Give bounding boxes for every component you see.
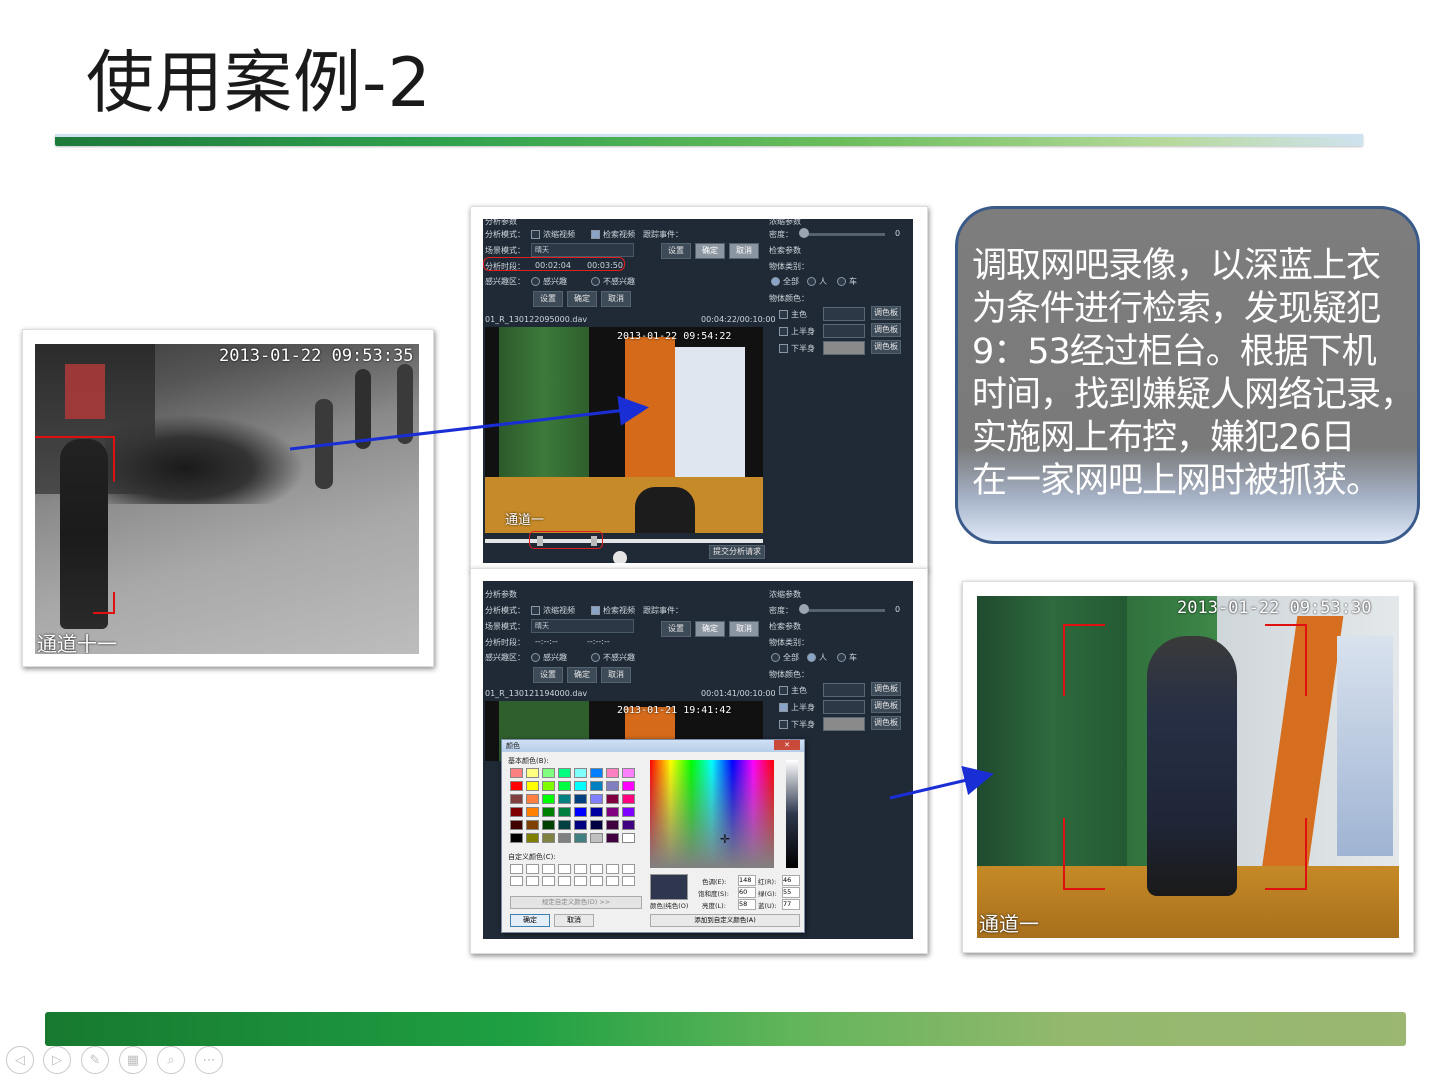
footer-bar [45,1012,1406,1046]
zoom-icon[interactable]: ⌕ [157,1046,185,1074]
callout-text: 调取网吧录像，以深蓝上衣 为条件进行检索，发现疑犯 9：53经过柜台。根据下机 … [972,245,1417,503]
callout-line: 9：53经过柜台。根据下机 [972,332,1377,372]
callout-line: 调取网吧录像，以深蓝上衣 [972,246,1381,286]
callout-line: 在一家网吧上网时被抓获。 [972,461,1381,501]
callout-line: 时间，找到嫌疑人网络记录， [972,375,1415,415]
next-slide-icon[interactable]: ▷ [43,1046,71,1074]
description-callout: 调取网吧录像，以深蓝上衣 为条件进行检索，发现疑犯 9：53经过柜台。根据下机 … [955,206,1420,544]
arrow-bottom-to-right [889,765,994,800]
prev-slide-icon[interactable]: ◁ [6,1046,34,1074]
callout-line: 实施网上布控，嫌犯26日 [972,418,1356,458]
callout-line: 为条件进行检索，发现疑犯 [972,289,1381,329]
pen-icon[interactable]: ✎ [81,1046,109,1074]
more-options-icon[interactable]: ⋯ [195,1046,223,1074]
slides-grid-icon[interactable]: ▦ [119,1046,147,1074]
arrow-left-to-top [289,395,649,451]
